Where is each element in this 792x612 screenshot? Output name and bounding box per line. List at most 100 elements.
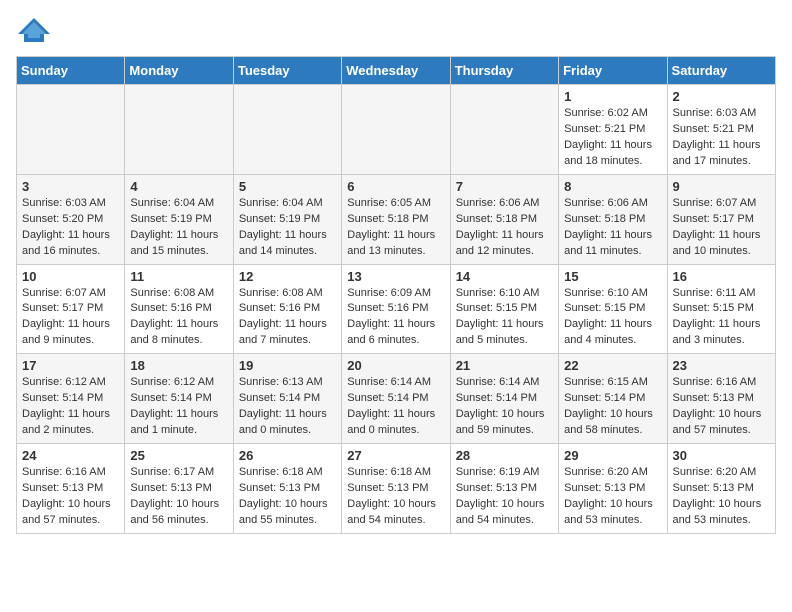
calendar-cell: 11 Sunrise: 6:08 AM Sunset: 5:16 PM Dayli…: [125, 264, 233, 354]
day-info: Sunrise: 6:16 AM Sunset: 5:13 PM Dayligh…: [673, 375, 770, 439]
day-number: 12: [239, 269, 336, 284]
day-number: 2: [673, 89, 770, 104]
day-number: 4: [130, 179, 227, 194]
weekday-header-thursday: Thursday: [450, 57, 558, 85]
day-info: Sunrise: 6:10 AM Sunset: 5:15 PM Dayligh…: [456, 286, 553, 350]
day-info: Sunrise: 6:18 AM Sunset: 5:13 PM Dayligh…: [239, 465, 336, 529]
day-number: 5: [239, 179, 336, 194]
calendar-cell: [17, 85, 125, 175]
day-info: Sunrise: 6:04 AM Sunset: 5:19 PM Dayligh…: [130, 196, 227, 260]
week-row-1: 1 Sunrise: 6:02 AM Sunset: 5:21 PM Daylig…: [17, 85, 776, 175]
calendar-cell: 6 Sunrise: 6:05 AM Sunset: 5:18 PM Daylig…: [342, 174, 450, 264]
day-number: 19: [239, 358, 336, 373]
day-number: 24: [22, 448, 119, 463]
calendar-cell: 10 Sunrise: 6:07 AM Sunset: 5:17 PM Dayli…: [17, 264, 125, 354]
calendar-cell: 30 Sunrise: 6:20 AM Sunset: 5:13 PM Dayli…: [667, 444, 775, 534]
day-number: 14: [456, 269, 553, 284]
day-number: 21: [456, 358, 553, 373]
calendar-cell: 16Sunrise: 6:11 AM Sunset: 5:15 PM Dayli…: [667, 264, 775, 354]
day-info: Sunrise: 6:03 AM Sunset: 5:21 PM Dayligh…: [673, 106, 770, 170]
logo: [16, 16, 56, 44]
day-info: Sunrise: 6:06 AM Sunset: 5:18 PM Dayligh…: [564, 196, 661, 260]
day-number: 27: [347, 448, 444, 463]
page-header: [16, 16, 776, 44]
calendar-cell: 8 Sunrise: 6:06 AM Sunset: 5:18 PM Daylig…: [559, 174, 667, 264]
day-info: Sunrise: 6:03 AM Sunset: 5:20 PM Dayligh…: [22, 196, 119, 260]
calendar-cell: 24 Sunrise: 6:16 AM Sunset: 5:13 PM Dayli…: [17, 444, 125, 534]
day-info: Sunrise: 6:20 AM Sunset: 5:13 PM Dayligh…: [673, 465, 770, 529]
day-info: Sunrise: 6:14 AM Sunset: 5:14 PM Dayligh…: [347, 375, 444, 439]
calendar-cell: 3 Sunrise: 6:03 AM Sunset: 5:20 PM Daylig…: [17, 174, 125, 264]
calendar-cell: 26 Sunrise: 6:18 AM Sunset: 5:13 PM Dayli…: [233, 444, 341, 534]
day-info: Sunrise: 6:19 AM Sunset: 5:13 PM Dayligh…: [456, 465, 553, 529]
day-info: Sunrise: 6:16 AM Sunset: 5:13 PM Dayligh…: [22, 465, 119, 529]
calendar-cell: 18Sunrise: 6:12 AM Sunset: 5:14 PM Dayli…: [125, 354, 233, 444]
day-number: 8: [564, 179, 661, 194]
day-info: Sunrise: 6:09 AM Sunset: 5:16 PM Dayligh…: [347, 286, 444, 350]
week-row-2: 3 Sunrise: 6:03 AM Sunset: 5:20 PM Daylig…: [17, 174, 776, 264]
week-row-4: 17 Sunrise: 6:12 AM Sunset: 5:14 PM Dayli…: [17, 354, 776, 444]
day-number: 13: [347, 269, 444, 284]
day-number: 6: [347, 179, 444, 194]
day-number: 3: [22, 179, 119, 194]
calendar-cell: 21 Sunrise: 6:14 AM Sunset: 5:14 PM Dayli…: [450, 354, 558, 444]
calendar-cell: 7 Sunrise: 6:06 AM Sunset: 5:18 PM Daylig…: [450, 174, 558, 264]
day-info: Sunrise: 6:12 AM Sunset: 5:14 PM Dayligh…: [130, 375, 227, 439]
weekday-header-tuesday: Tuesday: [233, 57, 341, 85]
day-number: 9: [673, 179, 770, 194]
day-info: Sunrise: 6:13 AM Sunset: 5:14 PM Dayligh…: [239, 375, 336, 439]
day-number: 25: [130, 448, 227, 463]
day-info: Sunrise: 6:02 AM Sunset: 5:21 PM Dayligh…: [564, 106, 661, 170]
calendar-cell: 15 Sunrise: 6:10 AM Sunset: 5:15 PM Dayli…: [559, 264, 667, 354]
day-info: Sunrise: 6:17 AM Sunset: 5:13 PM Dayligh…: [130, 465, 227, 529]
calendar-cell: 9Sunrise: 6:07 AM Sunset: 5:17 PM Daylig…: [667, 174, 775, 264]
calendar-cell: 1 Sunrise: 6:02 AM Sunset: 5:21 PM Daylig…: [559, 85, 667, 175]
calendar-cell: 19 Sunrise: 6:13 AM Sunset: 5:14 PM Dayli…: [233, 354, 341, 444]
calendar-cell: 2 Sunrise: 6:03 AM Sunset: 5:21 PM Daylig…: [667, 85, 775, 175]
week-row-3: 10 Sunrise: 6:07 AM Sunset: 5:17 PM Dayli…: [17, 264, 776, 354]
calendar-cell: 25 Sunrise: 6:17 AM Sunset: 5:13 PM Dayli…: [125, 444, 233, 534]
day-info: Sunrise: 6:10 AM Sunset: 5:15 PM Dayligh…: [564, 286, 661, 350]
calendar-cell: 14 Sunrise: 6:10 AM Sunset: 5:15 PM Dayli…: [450, 264, 558, 354]
day-info: Sunrise: 6:20 AM Sunset: 5:13 PM Dayligh…: [564, 465, 661, 529]
day-info: Sunrise: 6:06 AM Sunset: 5:18 PM Dayligh…: [456, 196, 553, 260]
day-info: Sunrise: 6:12 AM Sunset: 5:14 PM Dayligh…: [22, 375, 119, 439]
day-number: 23: [673, 358, 770, 373]
calendar-cell: [233, 85, 341, 175]
day-info: Sunrise: 6:07 AM Sunset: 5:17 PM Dayligh…: [22, 286, 119, 350]
day-info: Sunrise: 6:15 AM Sunset: 5:14 PM Dayligh…: [564, 375, 661, 439]
day-number: 15: [564, 269, 661, 284]
day-info: Sunrise: 6:05 AM Sunset: 5:18 PM Dayligh…: [347, 196, 444, 260]
weekday-header-friday: Friday: [559, 57, 667, 85]
day-number: 20: [347, 358, 444, 373]
calendar-cell: 28Sunrise: 6:19 AM Sunset: 5:13 PM Dayli…: [450, 444, 558, 534]
calendar-cell: 27 Sunrise: 6:18 AM Sunset: 5:13 PM Dayli…: [342, 444, 450, 534]
weekday-header-row: SundayMondayTuesdayWednesdayThursdayFrid…: [17, 57, 776, 85]
calendar-cell: 13 Sunrise: 6:09 AM Sunset: 5:16 PM Dayli…: [342, 264, 450, 354]
day-number: 17: [22, 358, 119, 373]
calendar-table: SundayMondayTuesdayWednesdayThursdayFrid…: [16, 56, 776, 534]
calendar-cell: [342, 85, 450, 175]
calendar-cell: 22 Sunrise: 6:15 AM Sunset: 5:14 PM Dayli…: [559, 354, 667, 444]
day-info: Sunrise: 6:11 AM Sunset: 5:15 PM Dayligh…: [673, 286, 770, 350]
day-info: Sunrise: 6:04 AM Sunset: 5:19 PM Dayligh…: [239, 196, 336, 260]
day-number: 7: [456, 179, 553, 194]
day-info: Sunrise: 6:14 AM Sunset: 5:14 PM Dayligh…: [456, 375, 553, 439]
day-info: Sunrise: 6:08 AM Sunset: 5:16 PM Dayligh…: [239, 286, 336, 350]
day-number: 10: [22, 269, 119, 284]
calendar-cell: 20 Sunrise: 6:14 AM Sunset: 5:14 PM Dayli…: [342, 354, 450, 444]
calendar-cell: 5 Sunrise: 6:04 AM Sunset: 5:19 PM Daylig…: [233, 174, 341, 264]
weekday-header-wednesday: Wednesday: [342, 57, 450, 85]
day-number: 11: [130, 269, 227, 284]
calendar-cell: 23 Sunrise: 6:16 AM Sunset: 5:13 PM Dayli…: [667, 354, 775, 444]
day-number: 22: [564, 358, 661, 373]
weekday-header-monday: Monday: [125, 57, 233, 85]
calendar-cell: 4 Sunrise: 6:04 AM Sunset: 5:19 PM Daylig…: [125, 174, 233, 264]
day-number: 1: [564, 89, 661, 104]
day-info: Sunrise: 6:08 AM Sunset: 5:16 PM Dayligh…: [130, 286, 227, 350]
day-number: 26: [239, 448, 336, 463]
day-number: 30: [673, 448, 770, 463]
calendar-cell: 29Sunrise: 6:20 AM Sunset: 5:13 PM Dayli…: [559, 444, 667, 534]
week-row-5: 24 Sunrise: 6:16 AM Sunset: 5:13 PM Dayli…: [17, 444, 776, 534]
day-info: Sunrise: 6:18 AM Sunset: 5:13 PM Dayligh…: [347, 465, 444, 529]
